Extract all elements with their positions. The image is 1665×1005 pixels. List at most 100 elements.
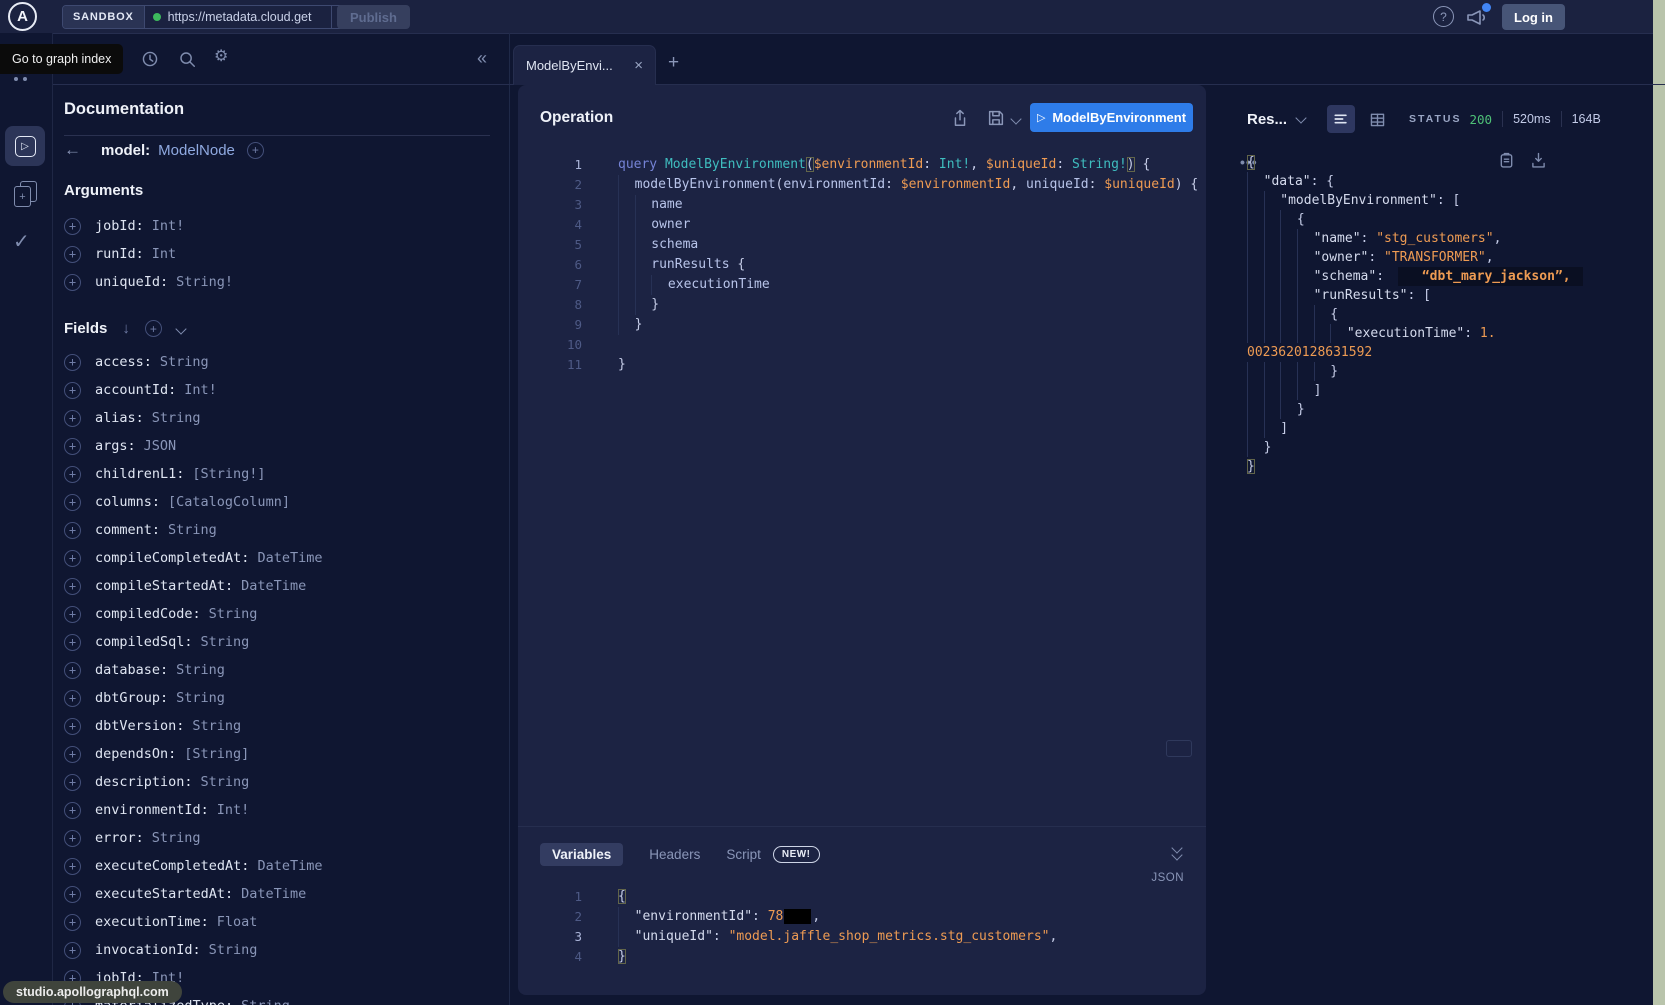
sidebar-item-checks[interactable] [13,229,30,254]
settings-gear-icon[interactable] [214,47,234,67]
field-type[interactable]: String [209,942,258,958]
code-line[interactable]: "schema": “dbt_mary_jackson”, [1232,267,1583,286]
response-title[interactable]: Res... [1247,111,1287,128]
breadcrumb-type[interactable]: ModelNode [158,142,235,159]
response-chevron-icon[interactable] [1295,112,1306,123]
operation-editor[interactable]: 1query ModelByEnvironment($environmentId… [518,155,1198,375]
code-line[interactable]: ] [1232,381,1583,400]
field-name[interactable]: executionTime: [95,914,209,930]
field-row[interactable]: error:String [64,824,494,852]
code-line[interactable]: "name": "stg_customers", [1232,229,1583,248]
field-name[interactable]: environmentId: [95,802,209,818]
argument-row[interactable]: jobId:Int! [64,212,494,240]
code-line[interactable]: } [1232,362,1583,381]
field-row[interactable]: compileStartedAt:DateTime [64,572,494,600]
field-type[interactable]: String [152,410,201,426]
add-to-query-icon[interactable] [64,634,81,651]
field-type[interactable]: DateTime [241,578,306,594]
add-to-query-icon[interactable] [64,218,81,235]
field-type[interactable]: Float [217,914,258,930]
field-name[interactable]: alias: [95,410,144,426]
field-type[interactable]: String [176,662,225,678]
code-line[interactable]: ] [1232,419,1583,438]
field-row[interactable]: description:String [64,768,494,796]
tab-headers[interactable]: Headers [649,847,700,862]
field-name[interactable]: access: [95,354,152,370]
field-name[interactable]: dbtVersion: [95,718,184,734]
keyboard-shortcuts-icon[interactable] [1166,740,1192,757]
field-type[interactable]: DateTime [257,550,322,566]
add-type-icon[interactable] [247,142,264,159]
code-line[interactable]: 4owner [518,215,1198,235]
add-to-query-icon[interactable] [64,746,81,763]
field-name[interactable]: executeStartedAt: [95,886,233,902]
field-row[interactable]: compiledCode:String [64,600,494,628]
field-row[interactable]: environmentId: Int! [64,796,494,824]
field-row[interactable]: invocationId:String [64,936,494,964]
run-operation-button[interactable]: ModelByEnvironment [1030,103,1193,132]
add-to-query-icon[interactable] [64,886,81,903]
collapse-panel-icon[interactable] [477,48,487,69]
field-row[interactable]: dependsOn: [String] [64,740,494,768]
code-line[interactable]: 4} [518,947,1057,967]
add-to-query-icon[interactable] [64,718,81,735]
field-type[interactable]: Int! [217,802,250,818]
code-line[interactable]: 3name [518,195,1198,215]
code-line[interactable]: "executionTime": 1. [1232,324,1583,343]
field-row[interactable]: args:JSON [64,432,494,460]
add-to-query-icon[interactable] [64,606,81,623]
field-row[interactable]: compiledSql:String [64,628,494,656]
code-line[interactable]: 6runResults { [518,255,1198,275]
code-line[interactable]: 2modelByEnvironment(environmentId: $envi… [518,175,1198,195]
add-to-query-icon[interactable] [64,830,81,847]
field-name[interactable]: compiledSql: [95,634,193,650]
code-line[interactable]: "runResults": [ [1232,286,1583,305]
argument-row[interactable]: uniqueId:String! [64,268,494,296]
field-name[interactable]: comment: [95,522,160,538]
field-name[interactable]: columns: [95,494,160,510]
add-to-query-icon[interactable] [64,774,81,791]
argument-type[interactable]: Int [152,246,176,262]
field-row[interactable]: alias: String [64,404,494,432]
add-to-query-icon[interactable] [64,550,81,567]
apollo-logo[interactable] [8,2,37,31]
tab-variables[interactable]: Variables [540,843,623,866]
field-type[interactable]: DateTime [257,858,322,874]
publish-button[interactable]: Publish [337,5,410,29]
code-line[interactable]: 7executionTime [518,275,1198,295]
argument-name[interactable]: uniqueId: [95,274,168,290]
add-to-query-icon[interactable] [64,690,81,707]
add-to-query-icon[interactable] [64,274,81,291]
code-line[interactable]: 1{ [518,887,1057,907]
field-row[interactable]: accountId:Int! [64,376,494,404]
field-name[interactable]: error: [95,830,144,846]
field-name[interactable]: dependsOn: [95,746,176,762]
field-type[interactable]: [String] [184,746,249,762]
field-row[interactable]: executeStartedAt: DateTime [64,880,494,908]
field-type[interactable]: DateTime [241,886,306,902]
sidebar-item-collections[interactable] [14,181,38,207]
code-line[interactable]: 5schema [518,235,1198,255]
field-type[interactable]: String [209,606,258,622]
field-type[interactable]: String [168,522,217,538]
save-icon[interactable] [986,108,1006,128]
add-to-query-icon[interactable] [64,246,81,263]
field-type[interactable]: String [176,690,225,706]
code-line[interactable]: { [1232,210,1583,229]
code-line[interactable]: { [1232,305,1583,324]
field-type[interactable]: String [192,718,241,734]
format-view-toggle[interactable] [1327,105,1355,133]
argument-row[interactable]: runId: Int [64,240,494,268]
add-to-query-icon[interactable] [64,942,81,959]
field-name[interactable]: accountId: [95,382,176,398]
table-view-toggle[interactable] [1368,110,1387,129]
field-name[interactable]: database: [95,662,168,678]
add-to-query-icon[interactable] [64,382,81,399]
field-type[interactable]: [CatalogColumn] [168,494,290,510]
sidebar-item-explorer[interactable] [5,126,45,166]
code-line[interactable]: } [1232,438,1583,457]
field-name[interactable]: executeCompletedAt: [95,858,249,874]
argument-name[interactable]: runId: [95,246,144,262]
code-line[interactable]: 9} [518,315,1198,335]
add-to-query-icon[interactable] [64,522,81,539]
